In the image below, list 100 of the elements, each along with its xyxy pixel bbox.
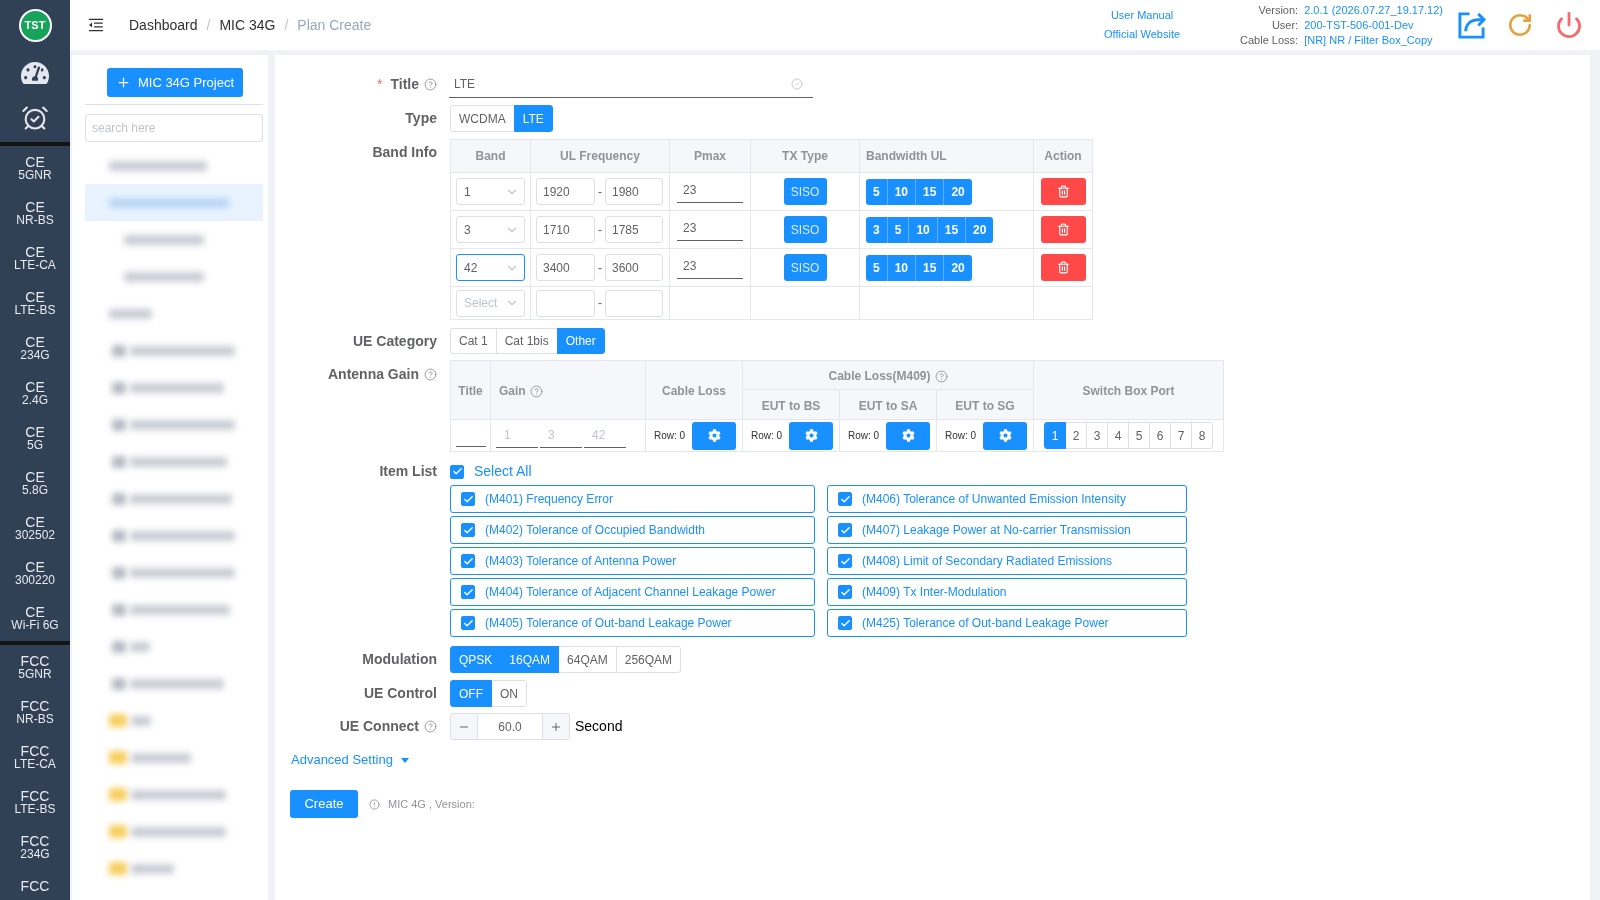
checkbox-item[interactable]: (M409) Tx Inter-Modulation	[827, 578, 1187, 606]
band-select[interactable]: 3	[456, 216, 525, 243]
create-button[interactable]: Create	[290, 790, 358, 818]
checkbox-item[interactable]: (M401) Frequency Error	[450, 485, 815, 513]
checkbox[interactable]	[461, 492, 475, 506]
nav-item[interactable]: FCC NR-BS	[0, 690, 70, 735]
nav-item[interactable]: CE LTE-BS	[0, 281, 70, 326]
nav-item[interactable]: FCC	[0, 870, 70, 900]
search-field[interactable]: search here	[85, 114, 263, 142]
bandwidth-button[interactable]: 20	[965, 216, 994, 243]
frequency-input[interactable]: 1710	[536, 216, 595, 243]
checkbox-item[interactable]: (M425) Tolerance of Out-band Leakage Power	[827, 609, 1187, 637]
segment-button[interactable]: QPSK	[450, 646, 502, 673]
band-select[interactable]: 42	[456, 254, 525, 281]
checkbox-item[interactable]: (M405) Tolerance of Out-band Leakage Power	[450, 609, 815, 637]
frequency-input[interactable]: 1785	[605, 216, 663, 243]
port-button[interactable]: 6	[1149, 422, 1171, 449]
segment-button[interactable]: 256QAM	[615, 646, 682, 673]
band-select[interactable]: 1	[456, 178, 525, 205]
nav-item[interactable]: FCC 5GNR	[0, 645, 70, 690]
settings-button[interactable]	[692, 421, 736, 450]
menu-fold-icon[interactable]	[87, 16, 105, 34]
nav-item[interactable]: CE 2.4G	[0, 371, 70, 416]
checkbox[interactable]	[461, 616, 475, 630]
checkbox-item[interactable]: (M408) Limit of Secondary Radiated Emissions	[827, 547, 1187, 575]
checkbox[interactable]	[838, 523, 852, 537]
checkbox-item[interactable]: (M406) Tolerance of Unwanted Emission Intensity	[827, 485, 1187, 513]
settings-button[interactable]	[983, 421, 1027, 450]
gain-input[interactable]: 3	[540, 423, 582, 448]
frequency-input[interactable]: 1980	[605, 178, 663, 205]
gauge-icon[interactable]	[21, 59, 49, 87]
nav-item[interactable]: CE Wi-Fi 6G	[0, 596, 70, 641]
header-link[interactable]: Official Website	[1104, 28, 1181, 41]
segment-button[interactable]: Cat 1bis	[495, 328, 558, 354]
nav-item[interactable]: CE NR-BS	[0, 191, 70, 236]
checkbox[interactable]	[450, 464, 464, 479]
checkbox[interactable]	[838, 492, 852, 506]
delete-button[interactable]	[1040, 178, 1086, 205]
segment-button[interactable]: Other	[556, 328, 605, 354]
gain-input[interactable]: 1	[496, 423, 538, 448]
alarm-clock-icon[interactable]	[21, 104, 49, 132]
bandwidth-button[interactable]: 3	[866, 216, 887, 243]
tree-item[interactable]	[85, 184, 263, 221]
power-icon[interactable]	[1555, 11, 1583, 39]
checkbox-item[interactable]: (M402) Tolerance of Occupied Bandwidth	[450, 516, 815, 544]
decrement-button[interactable]	[450, 713, 478, 740]
checkbox-item[interactable]: (M407) Leakage Power at No-carrier Transmission	[827, 516, 1187, 544]
frequency-input[interactable]: 3600	[605, 254, 663, 281]
select-all-checkbox[interactable]: Select All	[450, 461, 532, 482]
nav-item[interactable]: FCC LTE-BS	[0, 780, 70, 825]
port-button[interactable]: 1	[1044, 422, 1066, 449]
bandwidth-button[interactable]: 20	[943, 254, 972, 281]
port-button[interactable]: 7	[1170, 422, 1192, 449]
bandwidth-button[interactable]: 5	[886, 216, 909, 243]
nav-item[interactable]: CE 234G	[0, 326, 70, 371]
nav-item[interactable]: FCC 234G	[0, 825, 70, 870]
port-button[interactable]: 2	[1065, 422, 1087, 449]
checkbox[interactable]	[838, 585, 852, 599]
increment-button[interactable]	[542, 713, 570, 740]
delete-button[interactable]	[1040, 254, 1086, 281]
bandwidth-button[interactable]: 5	[866, 254, 887, 281]
delete-button[interactable]	[1040, 216, 1086, 243]
nav-item[interactable]: CE 5G	[0, 416, 70, 461]
port-button[interactable]: 8	[1191, 422, 1213, 449]
segment-button[interactable]: 16QAM	[500, 646, 560, 673]
nav-item[interactable]: FCC LTE-CA	[0, 735, 70, 780]
checkbox[interactable]	[838, 616, 852, 630]
advanced-setting-link[interactable]: Advanced Setting	[291, 751, 409, 769]
settings-button[interactable]	[789, 421, 833, 450]
bandwidth-button[interactable]: 10	[886, 178, 916, 205]
port-button[interactable]: 4	[1107, 422, 1129, 449]
nav-item[interactable]: CE 5.8G	[0, 461, 70, 506]
checkbox[interactable]	[461, 523, 475, 537]
nav-item[interactable]: CE 5GNR	[0, 146, 70, 191]
segment-button[interactable]: 64QAM	[558, 646, 617, 673]
checkbox[interactable]	[461, 585, 475, 599]
checkbox-item[interactable]: (M404) Tolerance of Adjacent Channel Leakage Power	[450, 578, 815, 606]
bandwidth-button[interactable]: 15	[936, 216, 966, 243]
frequency-input[interactable]	[605, 289, 663, 317]
breadcrumb-link[interactable]: MIC 34G	[219, 14, 276, 36]
port-button[interactable]: 5	[1128, 422, 1150, 449]
title-field[interactable]: LTE	[449, 70, 813, 98]
frequency-input[interactable]	[536, 289, 595, 317]
bandwidth-button[interactable]: 10	[886, 254, 916, 281]
export-icon[interactable]	[1457, 10, 1486, 40]
frequency-input[interactable]: 1920	[536, 178, 595, 205]
breadcrumb-link[interactable]: Dashboard	[129, 14, 198, 36]
segment-button[interactable]: OFF	[450, 680, 492, 707]
bandwidth-button[interactable]: 10	[908, 216, 937, 243]
gain-input[interactable]: 42	[584, 423, 626, 448]
checkbox-item[interactable]: (M403) Tolerance of Antenna Power	[450, 547, 815, 575]
nav-item[interactable]: CE LTE-CA	[0, 236, 70, 281]
segment-button[interactable]: ON	[491, 680, 527, 707]
checkbox[interactable]	[461, 554, 475, 568]
bandwidth-button[interactable]: 5	[866, 178, 887, 205]
number-input[interactable]: 60.0	[478, 713, 542, 740]
new-project-button[interactable]: MIC 34G Project	[107, 68, 243, 97]
segment-button[interactable]: WCDMA	[450, 105, 515, 132]
refresh-icon[interactable]	[1507, 12, 1533, 38]
bandwidth-button[interactable]: 15	[915, 178, 944, 205]
